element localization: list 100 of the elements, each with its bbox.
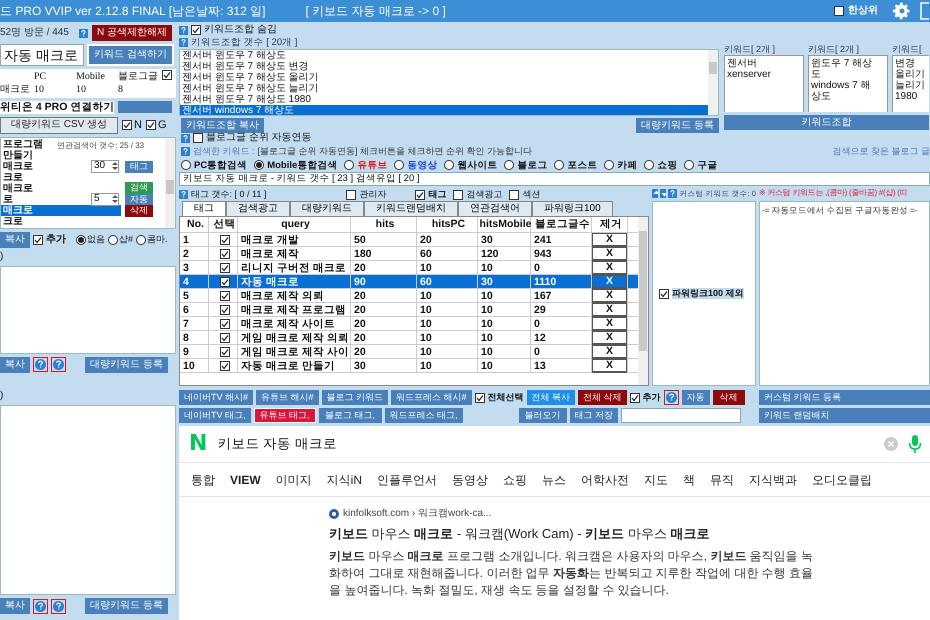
spinner-arrows-icon[interactable] [112, 161, 118, 172]
combo-copy-button[interactable]: 키워드조합 복사 [181, 118, 264, 134]
search-tab[interactable]: VIEW [230, 473, 261, 488]
help-icon[interactable] [664, 390, 679, 405]
radio-button[interactable] [136, 234, 146, 245]
table-row[interactable]: 2 매크로 제작 180 60 120 943 X [180, 247, 638, 262]
remove-button[interactable]: X [592, 331, 627, 345]
tab[interactable]: 태그 [182, 201, 226, 216]
tab[interactable]: 대량키워드 [290, 201, 364, 216]
checkbox[interactable] [220, 346, 230, 357]
checkbox[interactable] [220, 276, 230, 287]
help-icon[interactable] [179, 38, 188, 48]
help-icon[interactable] [79, 28, 88, 38]
search-tab[interactable]: 지식iN [326, 473, 362, 488]
save-button[interactable]: 태그 저장 [570, 408, 618, 423]
checkbox[interactable] [220, 318, 230, 329]
tab[interactable]: 키워드랜덤배치 [364, 201, 458, 216]
remove-button[interactable]: X [592, 233, 627, 247]
random-button[interactable]: 키워드 랜덤배치 [759, 408, 930, 423]
hashtag-button[interactable]: 유튜브 해시# [256, 390, 319, 405]
checkbox[interactable] [220, 234, 230, 245]
help-icon[interactable] [51, 598, 66, 614]
checkbox[interactable] [630, 392, 640, 402]
register-button[interactable]: 대량키워드 등록 [85, 598, 168, 614]
result-field[interactable]: 키보드 자동 매크로 - 키워드 갯수 [ 23 ] 검색유입 [ 20 ] [179, 172, 930, 186]
list-item[interactable]: 크로 [1, 172, 23, 183]
copy-button[interactable]: 복사 [0, 598, 30, 614]
table-row[interactable]: 9 게임 매크로 제작 사이 20 10 10 0 X [180, 345, 638, 360]
tag-button[interactable]: 블로그 태그, [318, 408, 382, 423]
search-tab[interactable]: 지도 [644, 473, 668, 488]
search-tab[interactable]: 지식백과 [749, 473, 798, 488]
checkbox[interactable] [220, 304, 230, 315]
checkbox[interactable] [474, 392, 485, 402]
keyword-field[interactable]: 자동 매크로 [0, 44, 84, 66]
search-tab[interactable]: 동영상 [452, 473, 488, 488]
settings-icon[interactable] [892, 1, 912, 21]
checkbox[interactable] [453, 190, 464, 200]
search-tab[interactable]: 이미지 [276, 473, 312, 488]
help-icon[interactable] [51, 357, 66, 372]
radio-button[interactable] [554, 160, 564, 170]
combo-list[interactable]: 젠서버 윈도우 7 해상도 젠서버 윈도우 7 해상도 변경 젠서버 윈도우 7 해상도 올리기 젠서버 윈도우 7 해상도 늘리기 젠서버 윈도우 7 해상도 1980 젠서버 windows 7 해상도 [179, 49, 719, 116]
list-item[interactable]: 매크로 [1, 182, 33, 194]
side-button[interactable]: 검색 [125, 182, 153, 194]
search-tab[interactable]: 뮤직 [710, 473, 734, 488]
checkbox[interactable] [509, 190, 520, 200]
checkbox[interactable] [191, 25, 201, 35]
radio-button[interactable] [181, 160, 191, 170]
register-button[interactable]: 대량키워드 등록 [636, 118, 719, 134]
csv-button[interactable]: 대량키워드 CSV 생성 [0, 116, 118, 134]
result-title[interactable]: 키보드 마우스 매크로 - 워크캠(Work Cam) - 키보드 마우스 매크로 [329, 526, 930, 542]
radio-button[interactable] [504, 160, 514, 170]
remove-button[interactable]: X [592, 275, 627, 289]
table-row[interactable]: 8 게임 매크로 제작 의뢰 20 10 10 12 X [180, 331, 638, 346]
radio-button[interactable] [604, 160, 614, 170]
keyword-group-list[interactable]: 윈도우 7 해상도 windows 7 해상도 [808, 54, 888, 112]
table-row[interactable]: 1 매크로 개발 50 20 30 241 X [180, 233, 638, 248]
remove-button[interactable]: X [592, 261, 627, 275]
table-row[interactable]: 10 자동 매크로 만들기 30 10 10 13 X [180, 359, 638, 374]
list-item[interactable]: 프로그램 [1, 138, 43, 150]
checkbox[interactable] [415, 190, 426, 200]
down-arrow-icon[interactable] [660, 189, 666, 198]
radio-button[interactable] [108, 234, 118, 245]
scrollbar[interactable] [708, 50, 718, 116]
help-icon[interactable] [179, 26, 188, 34]
spinner-arrows-icon[interactable] [112, 194, 118, 204]
search-button[interactable]: 키워드 검색하기 [87, 44, 174, 66]
tag-button[interactable]: 워드프레스 태그, [384, 408, 463, 423]
scrollbar[interactable] [165, 138, 175, 228]
help-icon[interactable] [179, 190, 188, 200]
radio-button[interactable] [394, 160, 404, 170]
remove-button[interactable]: X [592, 289, 627, 303]
remove-button[interactable]: X [592, 317, 627, 331]
load-button[interactable]: 불러오기 [518, 408, 567, 423]
up-arrow-icon[interactable] [652, 189, 658, 198]
help-icon[interactable] [181, 146, 190, 156]
custom-keyword-list[interactable]: 파워링크100 제외 [652, 201, 756, 386]
search-tab[interactable]: 책 [683, 473, 696, 488]
list-item[interactable]: 젠서버 윈도우 7 해상도 늘리기 [180, 83, 319, 94]
delete-button[interactable]: 삭제 [712, 390, 745, 405]
search-tab[interactable]: 어학사전 [581, 473, 630, 488]
hashtag-button[interactable]: 워드프레스 해시# [391, 390, 472, 405]
copy-button[interactable]: 복사 [0, 356, 30, 373]
remove-button[interactable]: X [592, 345, 627, 359]
combine-button[interactable]: 키워드조합 [724, 115, 929, 130]
remove-button[interactable]: X [592, 359, 627, 373]
keyword-group-list[interactable]: 젠서버 xenserver [724, 54, 804, 112]
list-item[interactable]: 젠서버 [727, 58, 791, 69]
list-item[interactable]: 변경 [895, 58, 929, 69]
checkbox[interactable] [220, 360, 230, 371]
help-icon[interactable] [181, 134, 190, 142]
search-tab[interactable]: 통합 [191, 473, 215, 488]
list-item[interactable]: 매크로 [1, 160, 33, 172]
checkbox[interactable] [122, 120, 132, 130]
tag-button[interactable]: 네이버TV 태그, [179, 408, 251, 423]
copy-button[interactable]: 복사 [0, 232, 30, 248]
search-tab[interactable]: 쇼핑 [503, 473, 528, 488]
checkbox[interactable] [193, 133, 203, 143]
keyword-group-list[interactable]: 변경 올리기 늘리기 1980 [892, 54, 929, 112]
list-item[interactable]: 크로 [1, 216, 23, 227]
radio-button[interactable] [76, 234, 86, 245]
